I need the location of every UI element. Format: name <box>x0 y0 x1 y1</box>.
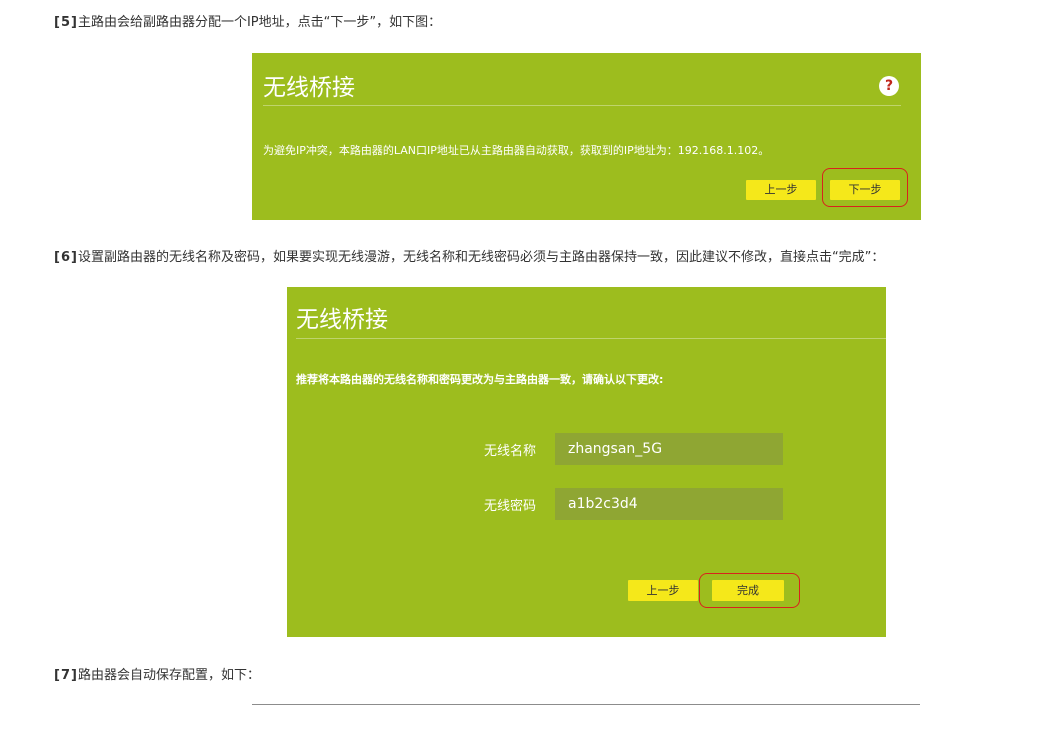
help-icon[interactable]: ? <box>879 76 899 96</box>
prev-button[interactable]: 上一步 <box>628 580 698 601</box>
panel-title: 无线桥接 <box>263 75 355 101</box>
title-divider <box>296 338 886 339</box>
ssid-label: 无线名称 <box>484 444 537 459</box>
next-figure-top-edge <box>252 704 920 705</box>
ssid-field[interactable]: zhangsan_5G <box>555 433 783 465</box>
wireless-message: 推荐将本路由器的无线名称和密码更改为与主路由器一致，请确认以下更改: <box>296 373 664 386</box>
ip-message: 为避免IP冲突，本路由器的LAN口IP地址已从主路由器自动获取，获取到的IP地址… <box>263 144 770 157</box>
password-field[interactable]: a1b2c3d4 <box>555 488 783 520</box>
step-5-number: [5] <box>54 15 78 30</box>
step-6-number: [6] <box>54 250 78 265</box>
bridge-panel-ip: 无线桥接 ? 为避免IP冲突，本路由器的LAN口IP地址已从主路由器自动获取，获… <box>252 53 921 220</box>
highlight-ring <box>699 573 800 608</box>
title-divider <box>263 105 901 106</box>
step-5-instruction: [5]主路由会给副路由器分配一个IP地址，点击“下一步”，如下图： <box>54 11 441 30</box>
step-7-instruction: [7]路由器会自动保存配置，如下： <box>54 664 260 683</box>
prev-button[interactable]: 上一步 <box>746 180 816 200</box>
step-7-number: [7] <box>54 668 78 683</box>
bridge-panel-wireless: 无线桥接 推荐将本路由器的无线名称和密码更改为与主路由器一致，请确认以下更改: … <box>287 287 886 637</box>
highlight-ring <box>822 168 908 207</box>
step-6-instruction: [6]设置副路由器的无线名称及密码，如果要实现无线漫游，无线名称和无线密码必须与… <box>54 246 884 265</box>
step-6-text: 设置副路由器的无线名称及密码，如果要实现无线漫游，无线名称和无线密码必须与主路由… <box>77 250 885 265</box>
step-5-text: 主路由会给副路由器分配一个IP地址，点击“下一步”，如下图： <box>77 15 442 30</box>
step-7-text: 路由器会自动保存配置，如下： <box>77 668 260 683</box>
password-label: 无线密码 <box>484 499 537 514</box>
panel-title: 无线桥接 <box>296 307 388 333</box>
